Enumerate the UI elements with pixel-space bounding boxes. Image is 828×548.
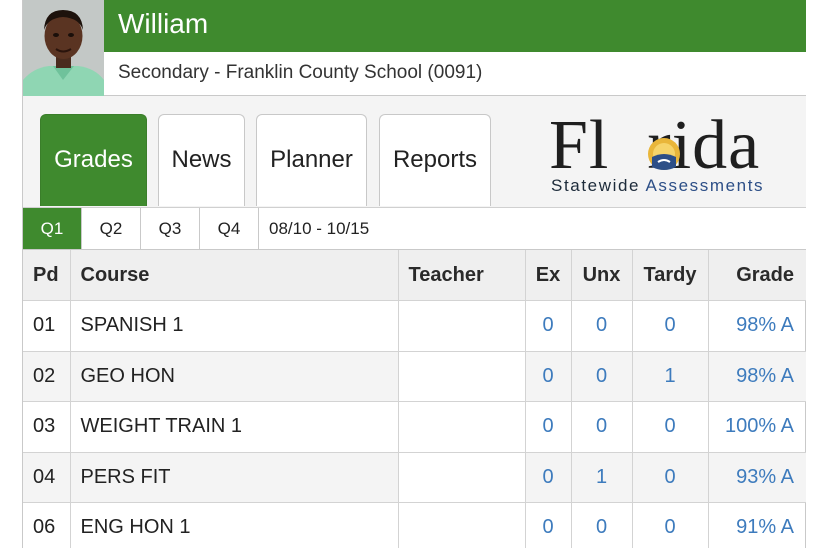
- excused-absences-link[interactable]: 0: [525, 300, 572, 352]
- unexcused-absences-link[interactable]: 0: [571, 502, 633, 548]
- quarter-q1[interactable]: Q1: [23, 208, 82, 249]
- table-header-row: Pd Course Teacher Ex Unx Tardy Grade: [23, 250, 806, 301]
- logo-subtitle: Statewide Assessments: [551, 176, 765, 195]
- course-cell: PERS FIT: [70, 452, 399, 503]
- header-ex: Ex: [525, 250, 572, 301]
- excused-absences-link[interactable]: 0: [525, 452, 572, 503]
- course-cell: SPANISH 1: [70, 300, 399, 352]
- quarter-q2[interactable]: Q2: [82, 208, 141, 249]
- header-tardy: Tardy: [632, 250, 709, 301]
- grade-link[interactable]: 98% A: [708, 351, 806, 402]
- unexcused-absences-link[interactable]: 0: [571, 351, 633, 402]
- unexcused-absences-link[interactable]: 1: [571, 452, 633, 503]
- course-cell: WEIGHT TRAIN 1: [70, 401, 399, 453]
- header-teacher: Teacher: [398, 250, 526, 301]
- teacher-cell: [398, 351, 526, 402]
- period-cell: 02: [23, 351, 71, 402]
- tab-news[interactable]: News: [158, 114, 245, 206]
- tardies-link[interactable]: 0: [632, 452, 709, 503]
- excused-absences-link[interactable]: 0: [525, 401, 572, 453]
- grade-link[interactable]: 91% A: [708, 502, 806, 548]
- header-pd: Pd: [23, 250, 71, 301]
- school-name: Secondary - Franklin County School (0091…: [104, 52, 806, 96]
- course-cell: GEO HON: [70, 351, 399, 402]
- table-row[interactable]: 06 ENG HON 1 0 0 0 91% A: [23, 502, 806, 548]
- quarter-q3[interactable]: Q3: [141, 208, 200, 249]
- florida-assessments-logo: Fl rida Statewide Assessments: [549, 110, 795, 202]
- tardies-link[interactable]: 0: [632, 300, 709, 352]
- portal-frame: William Secondary - Franklin County Scho…: [22, 0, 806, 548]
- period-cell: 06: [23, 502, 71, 548]
- teacher-cell: [398, 401, 526, 453]
- quarter-q4[interactable]: Q4: [200, 208, 259, 249]
- teacher-cell: [398, 452, 526, 503]
- grade-link[interactable]: 100% A: [708, 401, 806, 453]
- course-cell: ENG HON 1: [70, 502, 399, 548]
- header-unx: Unx: [571, 250, 633, 301]
- tab-grades[interactable]: Grades: [40, 114, 147, 206]
- teacher-cell: [398, 502, 526, 548]
- excused-absences-link[interactable]: 0: [525, 351, 572, 402]
- period-cell: 04: [23, 452, 71, 503]
- tardies-link[interactable]: 1: [632, 351, 709, 402]
- table-row[interactable]: 04 PERS FIT 0 1 0 93% A: [23, 452, 806, 503]
- grades-table: Pd Course Teacher Ex Unx Tardy Grade 01 …: [23, 250, 806, 548]
- quarter-date-range: 08/10 - 10/15: [269, 219, 370, 238]
- header-course: Course: [70, 250, 399, 301]
- student-name: William: [104, 0, 806, 52]
- teacher-cell: [398, 300, 526, 352]
- quarter-selector: Q1 Q2 Q3 Q4 08/10 - 10/15: [23, 208, 806, 250]
- unexcused-absences-link[interactable]: 0: [571, 401, 633, 453]
- grade-link[interactable]: 93% A: [708, 452, 806, 503]
- tab-planner[interactable]: Planner: [256, 114, 367, 206]
- unexcused-absences-link[interactable]: 0: [571, 300, 633, 352]
- grade-link[interactable]: 98% A: [708, 300, 806, 352]
- table-row[interactable]: 01 SPANISH 1 0 0 0 98% A: [23, 300, 806, 352]
- header-grade: Grade: [708, 250, 806, 301]
- period-cell: 01: [23, 300, 71, 352]
- period-cell: 03: [23, 401, 71, 453]
- tardies-link[interactable]: 0: [632, 502, 709, 548]
- table-row[interactable]: 02 GEO HON 0 0 1 98% A: [23, 351, 806, 402]
- student-photo: [23, 0, 104, 96]
- tardies-link[interactable]: 0: [632, 401, 709, 453]
- table-row[interactable]: 03 WEIGHT TRAIN 1 0 0 0 100% A: [23, 401, 806, 453]
- tab-reports[interactable]: Reports: [379, 114, 491, 206]
- excused-absences-link[interactable]: 0: [525, 502, 572, 548]
- sun-emblem-icon: [648, 138, 680, 170]
